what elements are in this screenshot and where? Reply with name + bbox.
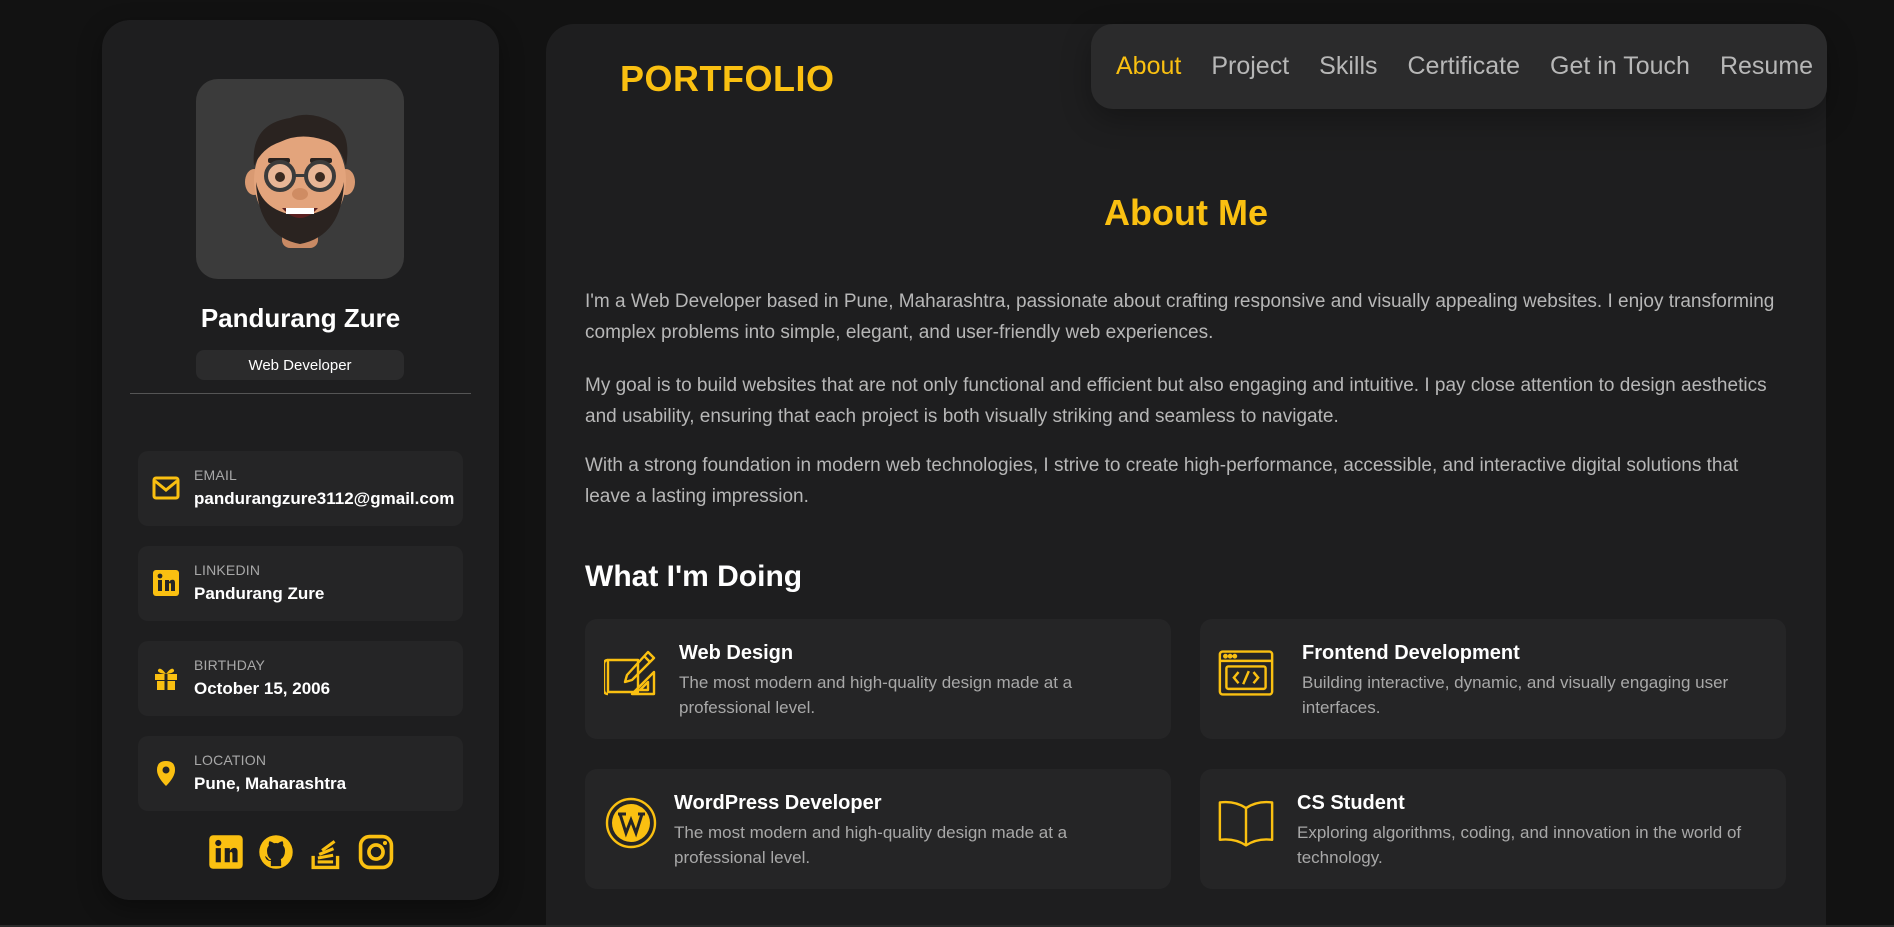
contact-label: LINKEDIN	[194, 562, 261, 578]
service-card-cs-student: CS Student Exploring algorithms, coding,…	[1200, 769, 1786, 889]
service-card-frontend: Frontend Development Building interactiv…	[1200, 619, 1786, 739]
mail-icon	[152, 474, 180, 502]
gift-icon	[152, 664, 180, 692]
card-description: Building interactive, dynamic, and visua…	[1302, 673, 1729, 717]
role-badge: Web Developer	[196, 350, 404, 380]
card-description: The most modern and high-quality design …	[674, 823, 1068, 867]
contact-linkedin[interactable]: LINKEDIN Pandurang Zure	[138, 546, 463, 621]
services-heading: What I'm Doing	[585, 560, 803, 593]
contact-email[interactable]: EMAIL pandurangzure3112@gmail.com	[138, 451, 463, 526]
contact-birthday: BIRTHDAY October 15, 2006	[138, 641, 463, 716]
open-book-icon	[1218, 795, 1274, 851]
wordpress-icon	[603, 795, 659, 851]
profile-sidebar: Pandurang Zure Web Developer EMAIL pandu…	[102, 20, 499, 900]
divider	[130, 393, 471, 394]
contact-label: LOCATION	[194, 752, 267, 768]
main-content: PORTFOLIO About Project Skills Certifica…	[546, 24, 1827, 927]
profile-name: Pandurang Zure	[200, 303, 401, 333]
nav-project[interactable]: Project	[1211, 52, 1289, 81]
card-description: Exploring algorithms, coding, and innova…	[1297, 823, 1742, 867]
card-title: CS Student	[1297, 792, 1405, 814]
avatar-image	[245, 114, 355, 248]
section-title: About Me	[1104, 192, 1268, 233]
nav-certificate[interactable]: Certificate	[1408, 52, 1521, 81]
stackoverflow-icon[interactable]	[308, 834, 344, 870]
contact-label: EMAIL	[194, 467, 238, 483]
code-window-icon	[1218, 645, 1274, 701]
top-navigation: About Project Skills Certificate Get in …	[1091, 24, 1827, 109]
location-pin-icon	[152, 759, 180, 787]
about-paragraph: With a strong foundation in modern web t…	[585, 455, 1739, 507]
linkedin-icon[interactable]	[208, 834, 244, 870]
about-paragraph: I'm a Web Developer based in Pune, Mahar…	[585, 291, 1775, 343]
contact-label: BIRTHDAY	[194, 657, 266, 673]
contact-value[interactable]: pandurangzure3112@gmail.com	[194, 489, 454, 509]
social-links	[102, 834, 499, 870]
contact-location: LOCATION Pune, Maharashtra	[138, 736, 463, 811]
site-logo[interactable]: PORTFOLIO	[620, 58, 835, 100]
nav-resume[interactable]: Resume	[1720, 52, 1813, 81]
github-icon[interactable]	[258, 834, 294, 870]
about-paragraph: My goal is to build websites that are no…	[585, 375, 1767, 427]
contact-value[interactable]: Pandurang Zure	[194, 584, 324, 604]
nav-skills[interactable]: Skills	[1319, 52, 1377, 81]
linkedin-icon	[152, 569, 180, 597]
card-title: Web Design	[679, 642, 794, 664]
design-tools-icon	[603, 645, 659, 701]
card-title: WordPress Developer	[674, 792, 882, 814]
card-title: Frontend Development	[1302, 642, 1520, 664]
nav-about[interactable]: About	[1116, 52, 1181, 81]
avatar	[196, 79, 404, 279]
service-card-wordpress: WordPress Developer The most modern and …	[585, 769, 1171, 889]
contact-value: October 15, 2006	[194, 679, 331, 698]
service-card-web-design: Web Design The most modern and high-qual…	[585, 619, 1171, 739]
card-description: The most modern and high-quality design …	[679, 673, 1073, 717]
contact-value: Pune, Maharashtra	[194, 774, 347, 793]
nav-get-in-touch[interactable]: Get in Touch	[1550, 52, 1690, 81]
instagram-icon[interactable]	[358, 834, 394, 870]
